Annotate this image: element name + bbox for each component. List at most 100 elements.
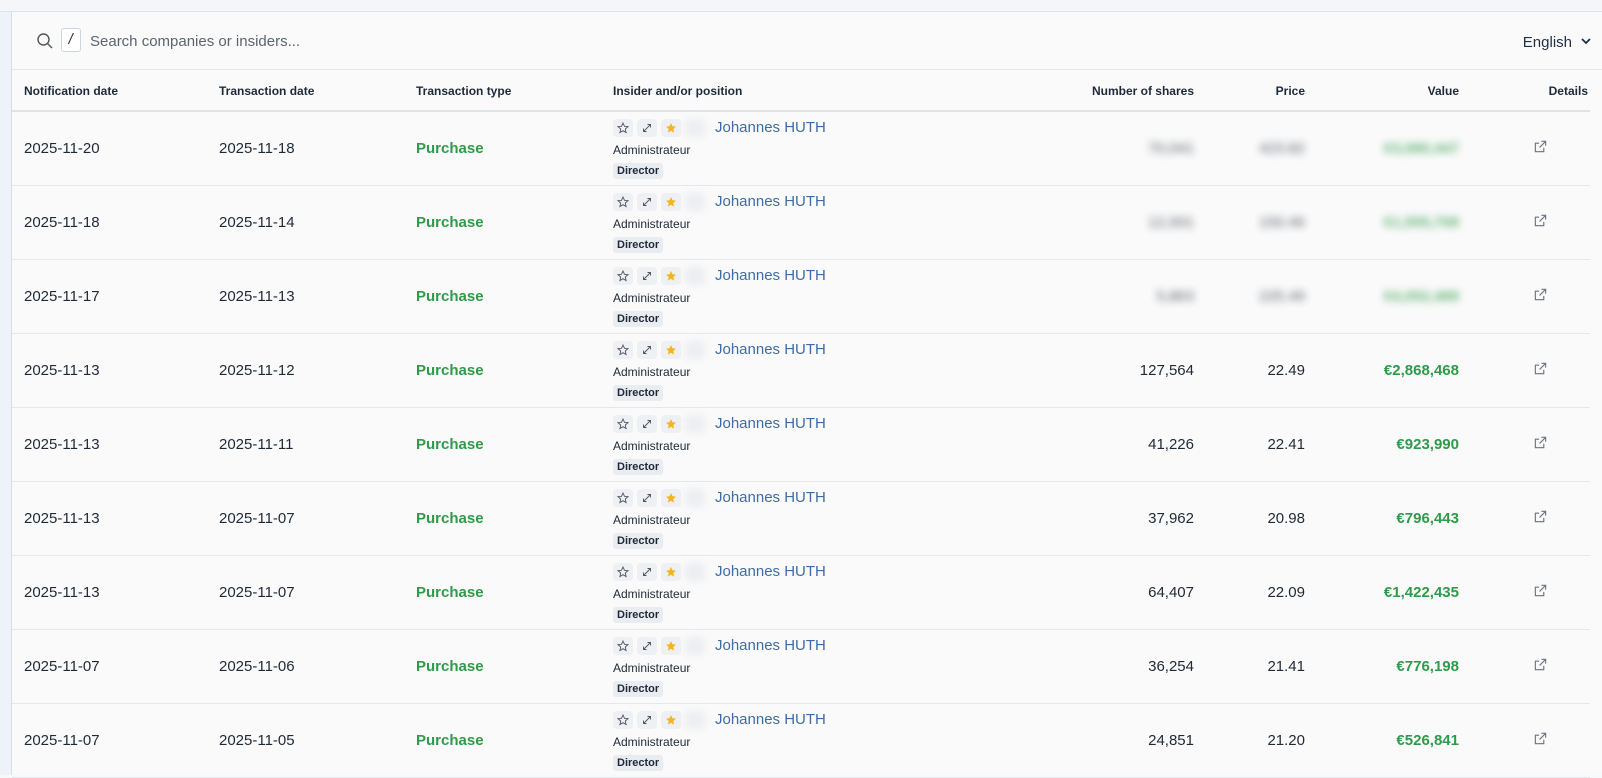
- obscured-tag: [685, 266, 705, 285]
- expand-icon[interactable]: [637, 192, 657, 211]
- header-insider[interactable]: Insider and/or position: [601, 70, 1041, 112]
- table-row[interactable]: 2025-11-13 2025-11-11 Purchase Johannes …: [12, 407, 1590, 482]
- chevron-down-icon: [1580, 34, 1592, 51]
- position-badge: Director: [613, 384, 664, 401]
- table-row[interactable]: 2025-11-07 2025-11-05 Purchase Johannes …: [12, 703, 1590, 778]
- insider-role: Administrateur: [613, 512, 691, 527]
- header-price[interactable]: Price: [1196, 70, 1307, 112]
- star-filled-icon[interactable]: [661, 710, 681, 729]
- star-outline-icon[interactable]: [613, 562, 633, 581]
- star-filled-icon[interactable]: [661, 636, 681, 655]
- star-outline-icon[interactable]: [613, 710, 633, 729]
- details-cell: [1461, 407, 1590, 482]
- value-cell: €526,841: [1307, 703, 1461, 778]
- expand-icon[interactable]: [637, 710, 657, 729]
- table-row[interactable]: 2025-11-07 2025-11-06 Purchase Johannes …: [12, 629, 1590, 704]
- number-of-shares-cell: 64,407: [1041, 555, 1196, 630]
- obscured-tag: [685, 414, 705, 433]
- external-link-icon[interactable]: [1533, 214, 1548, 232]
- insider-name-link[interactable]: Johannes HUTH: [715, 563, 826, 580]
- expand-icon[interactable]: [637, 340, 657, 359]
- external-link-icon[interactable]: [1533, 584, 1548, 602]
- notification-date-cell: 2025-11-13: [12, 333, 207, 408]
- star-filled-icon[interactable]: [661, 488, 681, 507]
- insider-role: Administrateur: [613, 216, 691, 231]
- expand-icon[interactable]: [637, 488, 657, 507]
- language-selector[interactable]: English: [1523, 30, 1592, 54]
- transaction-type-cell: Purchase: [404, 481, 601, 556]
- header-number-of-shares[interactable]: Number of shares: [1041, 70, 1196, 112]
- external-link-icon[interactable]: [1533, 288, 1548, 306]
- details-cell: [1461, 259, 1590, 334]
- external-link-icon[interactable]: [1533, 362, 1548, 380]
- star-filled-icon[interactable]: [661, 414, 681, 433]
- details-cell: [1461, 333, 1590, 408]
- notification-date-cell: 2025-11-13: [12, 407, 207, 482]
- external-link-icon[interactable]: [1533, 436, 1548, 454]
- insider-name-link[interactable]: Johannes HUTH: [715, 341, 826, 358]
- insider-role: Administrateur: [613, 734, 691, 749]
- insider-name-link[interactable]: Johannes HUTH: [715, 637, 826, 654]
- star-outline-icon[interactable]: [613, 340, 633, 359]
- external-link-icon[interactable]: [1533, 510, 1548, 528]
- position-badge: Director: [613, 606, 664, 623]
- expand-icon[interactable]: [637, 266, 657, 285]
- expand-icon[interactable]: [637, 562, 657, 581]
- expand-icon[interactable]: [637, 636, 657, 655]
- star-outline-icon[interactable]: [613, 266, 633, 285]
- obscured-tag: [685, 710, 705, 729]
- insider-name-link[interactable]: Johannes HUTH: [715, 193, 826, 210]
- notification-date-cell: 2025-11-07: [12, 703, 207, 778]
- position-badge: Director: [613, 458, 664, 475]
- table-row[interactable]: 2025-11-13 2025-11-12 Purchase Johannes …: [12, 333, 1590, 408]
- transaction-date-cell: 2025-11-12: [207, 333, 404, 408]
- price-cell: 20.98: [1196, 481, 1307, 556]
- star-outline-icon[interactable]: [613, 118, 633, 137]
- price-cell: 22.09: [1196, 555, 1307, 630]
- insider-name-link[interactable]: Johannes HUTH: [715, 489, 826, 506]
- search-input[interactable]: [90, 28, 690, 54]
- star-filled-icon[interactable]: [661, 266, 681, 285]
- star-filled-icon[interactable]: [661, 562, 681, 581]
- header-transaction-date[interactable]: Transaction date: [207, 70, 404, 112]
- details-cell: [1461, 629, 1590, 704]
- insider-name-link[interactable]: Johannes HUTH: [715, 267, 826, 284]
- star-filled-icon[interactable]: [661, 118, 681, 137]
- star-outline-icon[interactable]: [613, 414, 633, 433]
- search-icon[interactable]: [36, 32, 54, 50]
- price-cell: 423.82: [1196, 111, 1307, 186]
- notification-date-cell: 2025-11-18: [12, 185, 207, 260]
- external-link-icon[interactable]: [1533, 140, 1548, 158]
- insider-cell: Johannes HUTH Administrateur Director: [601, 185, 1041, 260]
- value-cell: €1,555,708: [1307, 185, 1461, 260]
- table-row[interactable]: 2025-11-13 2025-11-07 Purchase Johannes …: [12, 555, 1590, 630]
- insider-name-link[interactable]: Johannes HUTH: [715, 415, 826, 432]
- notification-date-cell: 2025-11-20: [12, 111, 207, 186]
- insider-name-link[interactable]: Johannes HUTH: [715, 711, 826, 728]
- expand-icon[interactable]: [637, 118, 657, 137]
- external-link-icon[interactable]: [1533, 658, 1548, 676]
- insider-role: Administrateur: [613, 660, 691, 675]
- transaction-date-cell: 2025-11-18: [207, 111, 404, 186]
- number-of-shares-cell: 127,564: [1041, 333, 1196, 408]
- header-notification-date[interactable]: Notification date: [12, 70, 207, 112]
- insider-name-link[interactable]: Johannes HUTH: [715, 119, 826, 136]
- table-row[interactable]: 2025-11-18 2025-11-14 Purchase Johannes …: [12, 185, 1590, 260]
- table-row[interactable]: 2025-11-13 2025-11-07 Purchase Johannes …: [12, 481, 1590, 556]
- value-cell: €4,052,489: [1307, 259, 1461, 334]
- header-value[interactable]: Value: [1307, 70, 1461, 112]
- star-outline-icon[interactable]: [613, 192, 633, 211]
- star-outline-icon[interactable]: [613, 488, 633, 507]
- left-rail: [0, 12, 12, 775]
- insider-cell: Johannes HUTH Administrateur Director: [601, 629, 1041, 704]
- table-row[interactable]: 2025-11-20 2025-11-18 Purchase Johannes …: [12, 111, 1590, 186]
- external-link-icon[interactable]: [1533, 732, 1548, 750]
- star-filled-icon[interactable]: [661, 340, 681, 359]
- header-transaction-type[interactable]: Transaction type: [404, 70, 601, 112]
- value-cell: €923,990: [1307, 407, 1461, 482]
- star-filled-icon[interactable]: [661, 192, 681, 211]
- number-of-shares-cell: 41,226: [1041, 407, 1196, 482]
- table-row[interactable]: 2025-11-17 2025-11-13 Purchase Johannes …: [12, 259, 1590, 334]
- expand-icon[interactable]: [637, 414, 657, 433]
- star-outline-icon[interactable]: [613, 636, 633, 655]
